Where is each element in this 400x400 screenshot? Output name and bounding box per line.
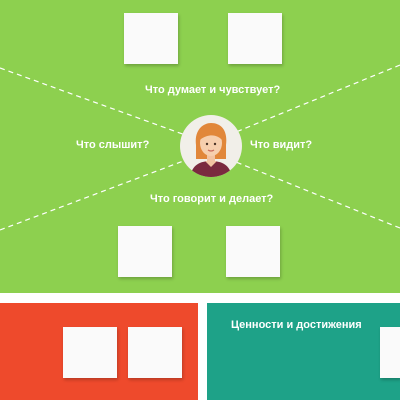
sticky-note[interactable] bbox=[228, 13, 282, 64]
think-feel-label: Что думает и чувствует? bbox=[145, 84, 281, 96]
woman-persona-avatar-icon bbox=[180, 115, 242, 177]
hear-label: Что слышит? bbox=[76, 139, 150, 151]
sticky-note[interactable] bbox=[118, 226, 172, 277]
sticky-note[interactable] bbox=[380, 327, 400, 378]
sticky-note[interactable] bbox=[128, 327, 182, 378]
say-do-label: Что говорит и делает? bbox=[150, 193, 274, 205]
sticky-note[interactable] bbox=[124, 13, 178, 64]
empathy-map-canvas: Что думает и чувствует? Что слышит? Что … bbox=[0, 0, 400, 400]
sticky-note[interactable] bbox=[226, 226, 280, 277]
empathy-map-area: Что думает и чувствует? Что слышит? Что … bbox=[0, 0, 400, 293]
gains-panel-title: Ценности и достижения bbox=[231, 319, 362, 331]
gains-panel: Ценности и достижения bbox=[207, 303, 400, 400]
sticky-note[interactable] bbox=[63, 327, 117, 378]
see-label: Что видит? bbox=[250, 139, 313, 151]
pains-panel bbox=[0, 303, 198, 400]
